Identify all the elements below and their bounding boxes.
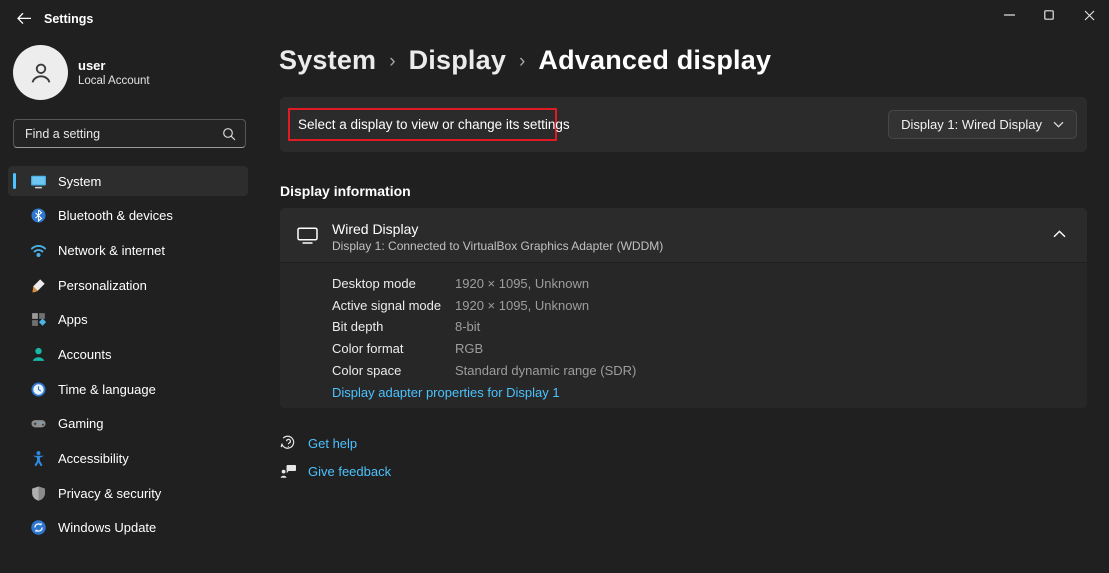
sidebar-item-label: Privacy & security [58, 485, 162, 501]
display-card-subtitle: Display 1: Connected to VirtualBox Graph… [332, 239, 664, 253]
sidebar-item-label: Apps [58, 312, 88, 328]
sidebar-item-time-language[interactable]: Time & language [8, 374, 248, 404]
info-row: Desktop mode 1920 × 1095, Unknown [332, 273, 1087, 295]
info-row: Active signal mode 1920 × 1095, Unknown [332, 295, 1087, 317]
breadcrumb-separator: › [519, 50, 526, 72]
close-icon [1084, 10, 1094, 20]
chevron-down-icon [1053, 121, 1064, 128]
sidebar-item-label: Windows Update [58, 520, 157, 536]
info-label: Desktop mode [332, 276, 416, 292]
get-help-label: Get help [308, 436, 358, 451]
dropdown-selected-value: Display 1: Wired Display [901, 117, 1042, 132]
sidebar-item-accessibility[interactable]: Accessibility [8, 444, 248, 474]
person-icon [31, 63, 50, 83]
sidebar-item-personalization[interactable]: Personalization [8, 270, 248, 300]
search-icon [223, 128, 236, 141]
bluetooth-icon [31, 208, 46, 223]
sidebar-item-bluetooth[interactable]: Bluetooth & devices [8, 201, 248, 231]
give-feedback-link[interactable]: Give feedback [280, 463, 391, 480]
info-row: Color format RGB [332, 338, 1087, 360]
info-value: Standard dynamic range (SDR) [455, 362, 637, 378]
sidebar-item-privacy[interactable]: Privacy & security [8, 478, 248, 508]
info-label: Color space [332, 362, 402, 378]
info-value: 1920 × 1095, Unknown [455, 276, 590, 292]
sidebar-item-label: Accessibility [58, 451, 129, 466]
breadcrumb-separator: › [389, 50, 396, 72]
sidebar-item-label: Gaming [58, 416, 104, 432]
breadcrumb: System › Display › Advanced display [279, 45, 771, 76]
feedback-icon [280, 465, 296, 478]
sidebar-item-gaming[interactable]: Gaming [8, 409, 248, 439]
info-label: Active signal mode [332, 297, 442, 313]
user-name: user [78, 58, 106, 73]
accessibility-icon [32, 451, 45, 467]
window-controls [989, 0, 1109, 30]
display-select-dropdown[interactable]: Display 1: Wired Display [888, 110, 1077, 139]
info-value: 1920 × 1095, Unknown [455, 297, 590, 313]
system-icon [31, 175, 46, 188]
red-annotation-box: Select a display to view or change its s… [288, 108, 570, 141]
display-adapter-properties-link[interactable]: Display adapter properties for Display 1 [332, 385, 560, 400]
display-card-title: Wired Display [332, 221, 419, 237]
avatar [13, 45, 68, 100]
sidebar-item-label: Bluetooth & devices [58, 208, 173, 224]
network-icon [31, 244, 46, 257]
sidebar-item-label: Time & language [58, 381, 156, 397]
search-box [13, 119, 246, 148]
sidebar-item-windows-update[interactable]: Windows Update [8, 513, 248, 543]
monitor-icon [297, 227, 318, 244]
apps-icon [32, 313, 47, 327]
chevron-up-icon [1053, 230, 1066, 238]
display-information-card: Wired Display Display 1: Connected to Vi… [280, 208, 1087, 408]
sidebar-item-label: Accounts [58, 346, 112, 362]
privacy-icon [32, 486, 45, 501]
info-value: 8-bit [455, 319, 481, 335]
account-type: Local Account [78, 75, 150, 87]
select-display-card: Select a display to view or change its s… [280, 97, 1087, 152]
windows-update-icon [31, 520, 46, 536]
sidebar-item-label: System [58, 173, 102, 189]
back-arrow-icon [17, 12, 31, 24]
personalization-icon [32, 278, 45, 293]
breadcrumb-display[interactable]: Display [409, 45, 506, 76]
page-title: Advanced display [538, 45, 772, 75]
breadcrumb-system[interactable]: System [279, 45, 376, 76]
close-button[interactable] [1069, 0, 1109, 30]
expander-body: Desktop mode 1920 × 1095, Unknown Active… [280, 263, 1087, 402]
sidebar-item-label: Personalization [58, 277, 147, 293]
sidebar-item-apps[interactable]: Apps [8, 305, 248, 335]
info-row: Bit depth 8-bit [332, 316, 1087, 338]
sidebar-item-label: Network & internet [58, 242, 165, 258]
sidebar-nav: System Bluetooth & devices Network & int… [8, 166, 248, 548]
info-row: Color space Standard dynamic range (SDR) [332, 359, 1087, 381]
minimize-icon [1003, 14, 1015, 16]
help-icon [280, 435, 295, 449]
sidebar-item-accounts[interactable]: Accounts [8, 339, 248, 369]
sidebar-item-network[interactable]: Network & internet [8, 235, 248, 265]
expander-header[interactable]: Wired Display Display 1: Connected to Vi… [280, 208, 1087, 263]
accounts-icon [32, 347, 45, 361]
sidebar-item-system[interactable]: System [8, 166, 248, 196]
search-input[interactable] [14, 120, 245, 147]
get-help-link[interactable]: Get help [280, 435, 357, 452]
back-button[interactable] [10, 6, 38, 30]
maximize-icon [1044, 10, 1054, 20]
section-title-display-information: Display information [280, 183, 411, 199]
maximize-button[interactable] [1029, 0, 1069, 30]
time-language-icon [31, 382, 46, 397]
minimize-button[interactable] [989, 0, 1029, 30]
info-label: Color format [332, 341, 404, 357]
give-feedback-label: Give feedback [308, 464, 392, 479]
info-label: Bit depth [332, 319, 384, 335]
select-display-label: Select a display to view or change its s… [298, 117, 570, 132]
app-title: Settings [44, 12, 94, 26]
info-value: RGB [455, 341, 484, 357]
gaming-icon [31, 420, 46, 428]
